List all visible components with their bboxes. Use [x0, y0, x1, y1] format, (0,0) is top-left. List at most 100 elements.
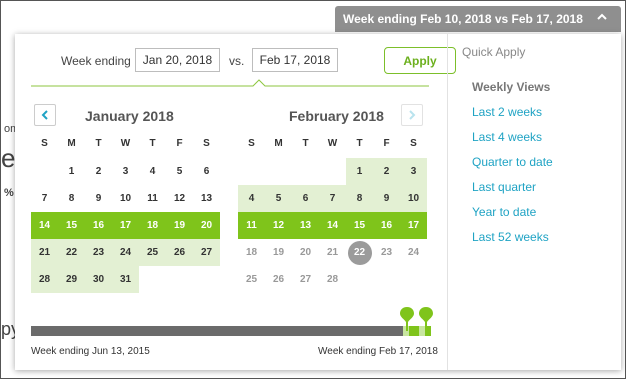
calendar-day[interactable]: 10	[400, 185, 427, 212]
calendar-empty-cell	[346, 266, 373, 293]
calendar-day[interactable]: 16	[85, 212, 112, 239]
weekday-header: F	[176, 138, 183, 149]
calendar-day[interactable]: 6	[292, 185, 319, 212]
calendar-day[interactable]: 20	[292, 239, 319, 266]
calendar-day[interactable]: 11	[139, 185, 166, 212]
calendar-day[interactable]: 24	[400, 239, 427, 266]
weekday-header: W	[327, 138, 338, 149]
calendar-day[interactable]: 8	[58, 185, 85, 212]
timeline-marker-comparison[interactable]	[418, 306, 434, 332]
date-range-dropdown-trigger[interactable]: Week ending Feb 10, 2018 vs Feb 17, 2018	[335, 6, 621, 32]
calendar-empty-cell	[400, 266, 427, 293]
quick-apply-last-2-weeks[interactable]: Last 2 weeks	[472, 105, 542, 119]
calendar-empty-cell	[31, 158, 58, 185]
calendar-day[interactable]: 13	[292, 212, 319, 239]
calendar-day[interactable]: 4	[238, 185, 265, 212]
calendar-day[interactable]: 2	[85, 158, 112, 185]
calendar-day[interactable]: 20	[193, 212, 220, 239]
timeline-end-label: Week ending Feb 17, 2018	[318, 346, 438, 357]
comparison-date-field[interactable]: Feb 17, 2018	[252, 48, 338, 72]
calendar-day[interactable]: 3	[112, 158, 139, 185]
calendar-day[interactable]: 25	[139, 239, 166, 266]
calendar-day[interactable]: 1	[58, 158, 85, 185]
calendar-day[interactable]: 4	[139, 158, 166, 185]
calendar-day[interactable]: 23	[85, 239, 112, 266]
calendar-day[interactable]: 9	[85, 185, 112, 212]
weekday-header: T	[95, 138, 102, 149]
calendar-day[interactable]: 14	[31, 212, 58, 239]
calendar-empty-cell	[373, 266, 400, 293]
chevron-right-icon	[409, 110, 416, 120]
calendar-day[interactable]: 8	[346, 185, 373, 212]
calendar-day[interactable]: 16	[373, 212, 400, 239]
primary-date-field[interactable]: Jan 20, 2018	[135, 48, 220, 72]
timeline-marker-primary[interactable]	[399, 306, 415, 332]
calendar-day[interactable]: 13	[193, 185, 220, 212]
weekday-header: M	[67, 138, 76, 149]
calendar-day[interactable]: 2	[373, 158, 400, 185]
calendar-day[interactable]: 7	[31, 185, 58, 212]
quick-apply-quarter-to-date[interactable]: Quarter to date	[472, 155, 553, 169]
calendar-empty-cell	[238, 158, 265, 185]
calendar-day[interactable]: 26	[166, 239, 193, 266]
calendar-day[interactable]: 22	[58, 239, 85, 266]
calendar-day[interactable]: 29	[58, 266, 85, 293]
weekday-header: S	[41, 138, 48, 149]
calendar-day[interactable]: 14	[319, 212, 346, 239]
quick-apply-last-4-weeks[interactable]: Last 4 weeks	[472, 130, 542, 144]
weekday-header: T	[149, 138, 156, 149]
calendar-day[interactable]: 27	[193, 239, 220, 266]
calendar-day[interactable]: 9	[373, 185, 400, 212]
next-month-button[interactable]	[401, 104, 423, 126]
calendar-day[interactable]: 18	[238, 239, 265, 266]
apply-button[interactable]: Apply	[384, 47, 456, 74]
calendar-day[interactable]: 12	[265, 212, 292, 239]
calendar-day[interactable]: 10	[112, 185, 139, 212]
calendar-day[interactable]: 17	[400, 212, 427, 239]
calendar-day[interactable]: 25	[238, 266, 265, 293]
calendar-day[interactable]: 19	[166, 212, 193, 239]
calendar-day[interactable]: 19	[265, 239, 292, 266]
quick-apply-last-quarter[interactable]: Last quarter	[472, 180, 536, 194]
calendar-day[interactable]: 21	[319, 239, 346, 266]
calendar-day[interactable]: 5	[166, 158, 193, 185]
calendar-day[interactable]: 23	[373, 239, 400, 266]
calendar-empty-cell	[319, 158, 346, 185]
calendar-day[interactable]: 21	[31, 239, 58, 266]
calendar-day[interactable]: 28	[31, 266, 58, 293]
date-picker-panel: Week ending Jan 20, 2018 vs. Feb 17, 201…	[15, 34, 621, 370]
quick-apply-sidebar: Quick Apply Weekly Views Last 2 weeks La…	[447, 34, 622, 370]
calendar-day[interactable]: 17	[112, 212, 139, 239]
calendar-day[interactable]: 11	[238, 212, 265, 239]
timeline-start-label: Week ending Jun 13, 2015	[31, 346, 150, 357]
calendar-day[interactable]: 1	[346, 158, 373, 185]
vs-label: vs.	[229, 54, 245, 68]
calendar-empty-cell	[292, 158, 319, 185]
calendar-day[interactable]: 15	[58, 212, 85, 239]
calendar-day[interactable]: 5	[265, 185, 292, 212]
calendar-day[interactable]: 24	[112, 239, 139, 266]
calendar-day[interactable]: 30	[85, 266, 112, 293]
calendar-empty-cell	[193, 266, 220, 293]
calendar-day[interactable]: 27	[292, 266, 319, 293]
calendar-day[interactable]: 15	[346, 212, 373, 239]
timeline-track[interactable]	[31, 326, 431, 336]
calendar-day[interactable]: 12	[166, 185, 193, 212]
calendar-day[interactable]: 6	[193, 158, 220, 185]
calendar-day[interactable]: 18	[139, 212, 166, 239]
calendar-day[interactable]: 22	[346, 239, 373, 266]
weekday-header: T	[302, 138, 309, 149]
calendar-day[interactable]: 26	[265, 266, 292, 293]
prev-month-button[interactable]	[34, 104, 56, 126]
calendar-day[interactable]: 31	[112, 266, 139, 293]
weekly-views-heading: Weekly Views	[472, 80, 551, 94]
calendar-day[interactable]: 3	[400, 158, 427, 185]
calendar-day[interactable]: 28	[319, 266, 346, 293]
quick-apply-title: Quick Apply	[462, 45, 526, 59]
chevron-left-icon	[41, 110, 48, 120]
weekday-header: F	[383, 138, 390, 149]
quick-apply-last-52-weeks[interactable]: Last 52 weeks	[472, 230, 549, 244]
weekday-header: W	[120, 138, 131, 149]
quick-apply-year-to-date[interactable]: Year to date	[472, 205, 536, 219]
calendar-day[interactable]: 7	[319, 185, 346, 212]
